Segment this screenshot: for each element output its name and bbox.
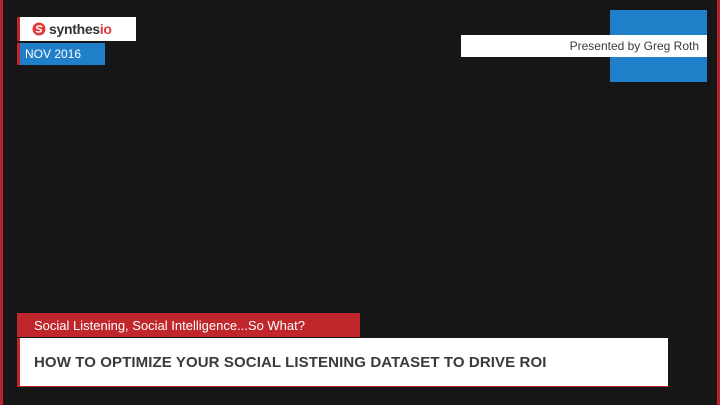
date-badge: NOV 2016 (17, 43, 105, 65)
slide: synthesio NOV 2016 Presented by Greg Rot… (0, 0, 720, 405)
logo-text-accent: io (99, 21, 112, 37)
left-accent-border (0, 0, 3, 405)
synthesio-s-logo-icon (32, 22, 46, 36)
presenter-label: Presented by Greg Roth (569, 39, 699, 53)
logo-container: synthesio (17, 17, 136, 41)
logo-text: synthesio (49, 22, 112, 36)
subtitle-banner: Social Listening, Social Intelligence...… (17, 313, 360, 337)
logo-text-main: synthes (49, 21, 100, 37)
page-title: HOW TO OPTIMIZE YOUR SOCIAL LISTENING DA… (34, 353, 547, 371)
presenter-banner: Presented by Greg Roth (461, 35, 707, 57)
date-label: NOV 2016 (25, 47, 82, 61)
subtitle-text: Social Listening, Social Intelligence...… (34, 317, 305, 333)
title-banner: HOW TO OPTIMIZE YOUR SOCIAL LISTENING DA… (17, 338, 668, 387)
